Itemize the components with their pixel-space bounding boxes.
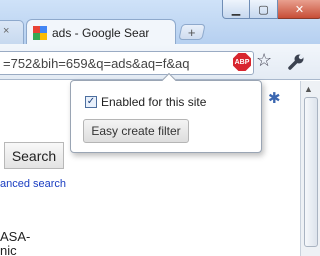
plus-icon: +	[188, 24, 196, 40]
scrollbar-thumb[interactable]	[304, 97, 318, 247]
search-button[interactable]: Search	[4, 142, 64, 169]
minimize-button[interactable]: ▁	[222, 0, 250, 19]
advanced-search-link[interactable]: anced search	[0, 178, 66, 190]
url-text[interactable]: =752&bih=659&q=ads&aq=f&aq	[3, 56, 229, 71]
star-icon[interactable]: ☆	[256, 50, 272, 71]
close-button[interactable]: ✕	[278, 0, 320, 19]
tab-title: ads - Google Sear	[52, 25, 150, 40]
vertical-scrollbar[interactable]: ▲	[300, 81, 320, 256]
new-tab-button[interactable]: +	[178, 24, 206, 40]
easy-create-filter-button[interactable]: Easy create filter	[83, 119, 189, 143]
tab-google-search[interactable]: ads - Google Sear	[26, 19, 176, 45]
previous-tab[interactable]: ×	[0, 20, 24, 44]
result-text: ASA-	[0, 229, 31, 244]
window-controls: ▁ ▢ ✕	[222, 0, 320, 20]
maximize-button[interactable]: ▢	[250, 0, 278, 19]
adblock-popup: ✓ Enabled for this site Easy create filt…	[70, 80, 262, 153]
tab-close-icon[interactable]: ×	[3, 25, 9, 37]
gear-icon[interactable]: ✱	[268, 89, 281, 107]
title-bar: ▁ ▢ ✕ × ads - Google Sear +	[0, 0, 320, 45]
wrench-icon[interactable]	[286, 52, 306, 72]
enabled-label[interactable]: Enabled for this site	[101, 95, 206, 109]
enabled-checkbox[interactable]: ✓	[85, 96, 97, 108]
scroll-up-arrow-icon[interactable]: ▲	[304, 84, 313, 94]
address-bar[interactable]: =752&bih=659&q=ads&aq=f&aq	[0, 51, 254, 75]
enabled-toggle-row[interactable]: ✓ Enabled for this site	[85, 95, 206, 109]
result-text: nic	[0, 243, 17, 256]
google-favicon-icon	[33, 25, 47, 40]
